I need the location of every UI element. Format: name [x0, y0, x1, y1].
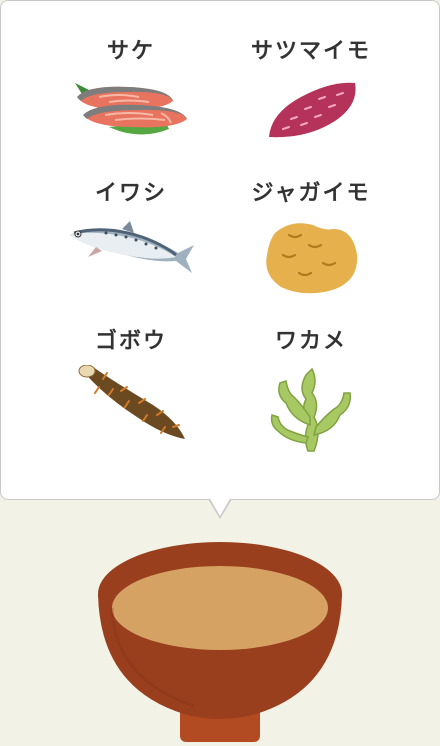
ingredient-label: サケ: [106, 39, 155, 64]
ingredient-potato: ジャガイモ: [221, 179, 401, 297]
ingredient-salmon: サケ: [41, 37, 221, 141]
ingredient-wakame: ワカメ: [221, 327, 401, 455]
ingredient-label: イワシ: [94, 181, 167, 206]
salmon-icon: [75, 83, 187, 135]
ingredient-sweet-potato: サツマイモ: [221, 37, 401, 145]
sweet-potato-icon: [269, 82, 356, 138]
bubble-tail-fill: [209, 497, 231, 516]
ingredient-label: ゴボウ: [94, 329, 167, 354]
ingredient-sardine: イワシ: [41, 179, 221, 277]
ingredient-label: ジャガイモ: [251, 181, 371, 206]
potato-icon: [266, 223, 358, 294]
ingredient-label: ワカメ: [274, 329, 347, 354]
sardine-icon: [70, 221, 194, 273]
wakame-icon: [270, 367, 352, 452]
ingredient-label: サツマイモ: [250, 39, 371, 64]
ingredient-burdock: ゴボウ: [41, 327, 221, 445]
burdock-icon: [78, 365, 185, 439]
ingredient-bubble: サケ サツマイモ イワシ ジャガイモ ゴボウ ワカメ: [0, 0, 440, 500]
miso-soup-bowl-icon: [94, 538, 346, 742]
